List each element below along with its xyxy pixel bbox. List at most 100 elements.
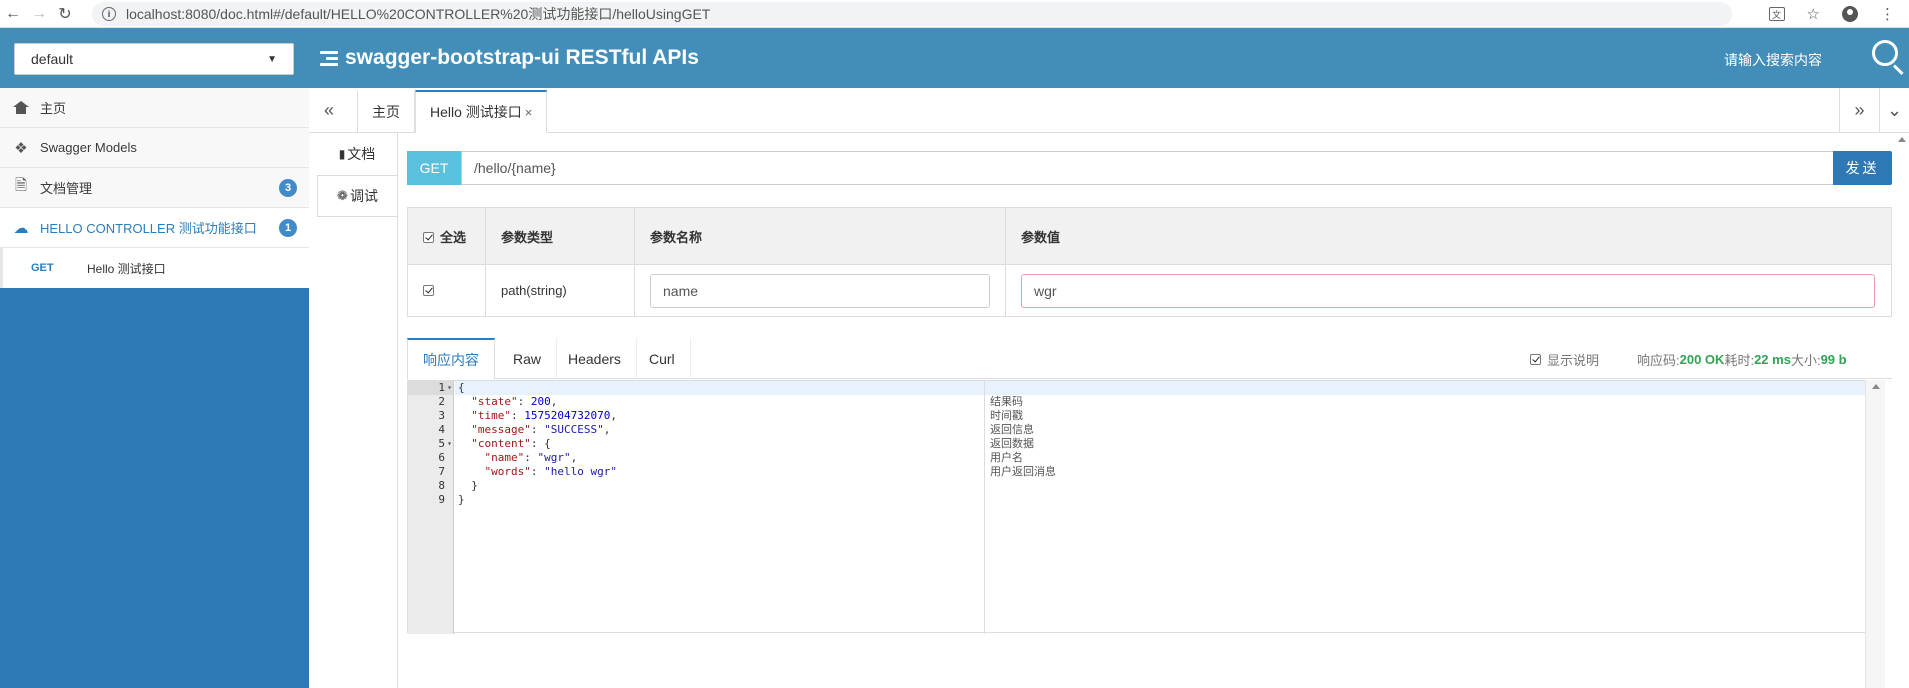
tab-debug-label: 调试 [349, 188, 378, 204]
file-icon: ▮ [338, 147, 346, 161]
elapsed-label: 耗时: [1724, 353, 1755, 368]
code-lines: { "state": 200, "time": 1575204732070, "… [455, 381, 1885, 507]
sidebar-item-swagger-models[interactable]: ❖ Swagger Models [0, 128, 309, 168]
response-scrollbar[interactable] [1865, 380, 1885, 688]
select-all-header[interactable]: 全选 [407, 207, 486, 265]
request-bar: GET /hello/{name} 发送 [407, 151, 1892, 185]
param-value-input[interactable] [1021, 273, 1875, 308]
group-select-value: default [31, 51, 74, 67]
field-description: 返回数据 [990, 437, 1034, 450]
show-description-label: 显示说明 [1547, 353, 1600, 368]
elapsed-value: 22 ms [1754, 352, 1791, 367]
param-type-header: 参数类型 [485, 207, 635, 265]
page-scrollbar[interactable] [1895, 133, 1909, 688]
request-path-input[interactable]: /hello/{name} [461, 151, 1841, 185]
line-number: 3 [438, 409, 445, 422]
tab-raw[interactable]: Raw [498, 338, 558, 379]
scroll-right-icon[interactable]: » [1839, 88, 1879, 133]
app-title: swagger-bootstrap-ui RESTful APIs [320, 41, 699, 75]
app-header: default ▼ swagger-bootstrap-ui RESTful A… [0, 28, 1909, 88]
tab-doc-label: 文档 [347, 146, 376, 162]
sidebar-item-label: Swagger Models [40, 140, 137, 155]
line-number: 7 [438, 465, 445, 478]
fold-icon[interactable]: ▾ [447, 381, 452, 395]
translate-icon[interactable]: 文 [1768, 7, 1785, 21]
reload-icon[interactable]: ↻ [52, 0, 78, 28]
tab-label: Hello 测试接口 [430, 104, 522, 120]
param-value-cell [1005, 264, 1892, 317]
group-select[interactable]: default ▼ [14, 43, 294, 75]
tab-curl[interactable]: Curl [634, 338, 691, 379]
tab-response-content[interactable]: 响应内容 [407, 338, 495, 379]
forward-arrow-icon[interactable]: → [26, 0, 52, 28]
tab-hello-api[interactable]: Hello 测试接口 × [415, 90, 548, 133]
checkbox-checked-icon[interactable] [1530, 354, 1541, 365]
code-line: "message": "SUCCESS", [471, 423, 611, 436]
tab-home[interactable]: 主页 [357, 91, 415, 133]
code-line: "name": "wgr", [484, 451, 578, 464]
vertical-tab-divider [397, 133, 398, 688]
description-divider [984, 381, 985, 634]
chevron-double-down-icon[interactable]: ⌄ [1879, 88, 1909, 133]
search-input[interactable]: 请输入搜索内容 [1724, 50, 1822, 70]
sidebar-item-home[interactable]: 主页 [0, 88, 309, 128]
sidebar-item-label: HELLO CONTROLLER 测试功能接口 [40, 221, 257, 236]
scroll-up-icon[interactable] [1872, 384, 1880, 389]
account-icon[interactable] [1842, 6, 1858, 22]
header-label: 全选 [440, 229, 467, 245]
address-bar[interactable]: i localhost:8080/doc.html#/default/HELLO… [92, 1, 1732, 26]
sidebar-item-label: 主页 [40, 101, 67, 116]
tab-headers[interactable]: Headers [553, 338, 637, 379]
back-arrow-icon[interactable]: ← [0, 0, 26, 28]
checkbox-checked-icon[interactable] [423, 231, 434, 243]
response-editor[interactable]: 1 ▾ 2 3 4 5 ▾ 6 7 8 9 { "state": 200, "tim… [407, 380, 1885, 634]
info-icon[interactable]: i [102, 6, 116, 21]
tab-doc[interactable]: ▮ 文档 [317, 133, 397, 175]
browser-toolbar: ← → ↻ i localhost:8080/doc.html#/default… [0, 0, 1909, 28]
sidebar-item-label: 文档管理 [40, 181, 93, 196]
params-table: 全选 参数类型 参数名称 参数值 path(string) [407, 207, 1892, 317]
size-value: 99 b [1820, 352, 1847, 367]
param-name-header: 参数名称 [634, 207, 1006, 265]
scroll-up-icon[interactable] [1898, 137, 1906, 142]
menu-toggle-icon[interactable] [320, 50, 338, 66]
method-label: GET [31, 262, 54, 274]
count-badge: 1 [279, 219, 297, 237]
response-tabs: 响应内容 Raw Headers Curl 显示说明 响应码: 200 OK 耗… [407, 338, 1892, 379]
code-line: } [458, 479, 478, 492]
app-title-text: swagger-bootstrap-ui RESTful APIs [345, 46, 699, 69]
close-icon[interactable]: × [525, 105, 533, 120]
send-button[interactable]: 发送 [1833, 151, 1892, 185]
file-gear-icon: 🗎 [14, 177, 28, 194]
cloud-icon: ☁ [13, 219, 29, 237]
size-label: 大小: [1790, 353, 1821, 368]
scroll-left-icon[interactable]: « [309, 88, 349, 133]
checkbox-checked-icon[interactable] [423, 285, 434, 296]
params-header-row: 全选 参数类型 参数名称 参数值 [407, 207, 1892, 265]
tab-debug[interactable]: ❁ 调试 [317, 175, 397, 217]
sidebar-item-doc-management[interactable]: 🗎 文档管理 3 [0, 168, 309, 208]
tab-label: 主页 [372, 104, 400, 120]
field-description: 用户返回消息 [990, 465, 1056, 478]
param-value-header: 参数值 [1005, 207, 1892, 265]
code-line: { [455, 381, 1885, 395]
line-gutter: 1 ▾ 2 3 4 5 ▾ 6 7 8 9 [408, 381, 454, 634]
sidebar-subitem-label: Hello 测试接口 [87, 261, 166, 276]
search-icon[interactable] [1870, 38, 1906, 76]
browser-actions: 文 ☆ ⋮ [1768, 0, 1895, 28]
star-icon[interactable]: ☆ [1807, 5, 1820, 23]
show-description-toggle[interactable]: 显示说明 [1530, 350, 1599, 369]
status-code-label: 响应码: [1637, 353, 1680, 368]
field-description: 返回信息 [990, 423, 1034, 436]
status-code-value: 200 OK [1679, 352, 1725, 367]
fold-icon[interactable]: ▾ [447, 437, 452, 451]
address-text: localhost:8080/doc.html#/default/HELLO%2… [126, 5, 711, 22]
param-name-input[interactable] [650, 273, 990, 308]
sidebar-subitem-hello-api[interactable]: GET Hello 测试接口 [0, 248, 309, 288]
count-badge: 3 [279, 179, 297, 197]
field-description: 用户名 [990, 451, 1023, 464]
line-number: 5 ▾ [438, 437, 452, 451]
code-line: "content": { [471, 437, 551, 450]
more-vert-icon[interactable]: ⋮ [1880, 5, 1895, 23]
sidebar-item-hello-controller[interactable]: ☁ HELLO CONTROLLER 测试功能接口 1 [0, 208, 309, 248]
